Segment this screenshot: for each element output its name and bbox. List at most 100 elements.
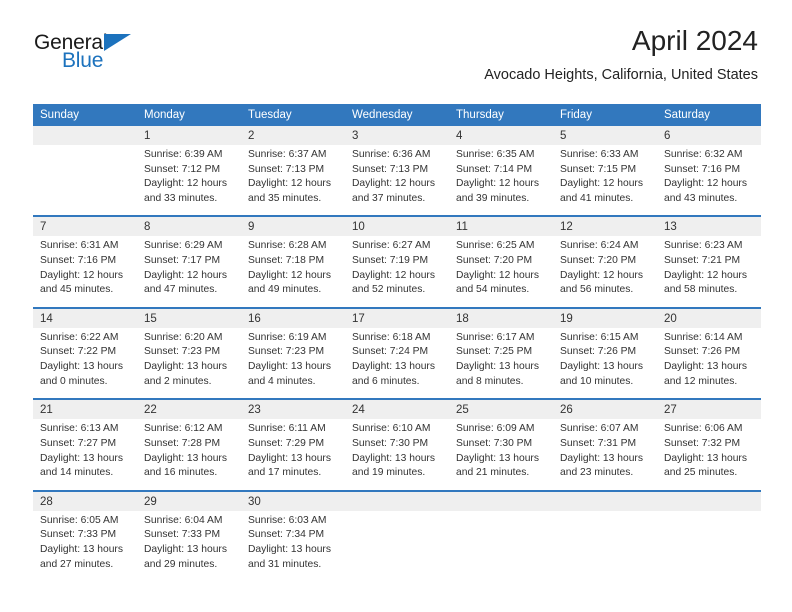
calendar-page: General Blue April 2024 Avocado Heights,… xyxy=(0,0,792,612)
day-number-cell[interactable]: 4 xyxy=(449,126,553,145)
daylight-duration-line1: Daylight: 13 hours xyxy=(144,543,227,555)
sunrise-time: Sunrise: 6:11 AM xyxy=(248,423,326,435)
sunset-time: Sunset: 7:33 PM xyxy=(40,529,117,541)
sunset-time: Sunset: 7:27 PM xyxy=(40,437,117,449)
day-number-cell[interactable]: 21 xyxy=(33,400,137,420)
daylight-duration-line1: Daylight: 13 hours xyxy=(352,361,435,373)
sunset-time: Sunset: 7:16 PM xyxy=(664,163,741,175)
day-number-cell[interactable]: 26 xyxy=(553,400,657,420)
daylight-duration-line2: and 31 minutes. xyxy=(248,558,322,570)
sunrise-time: Sunrise: 6:22 AM xyxy=(40,331,119,343)
day-number-cell[interactable]: 12 xyxy=(553,217,657,237)
daylight-duration-line2: and 14 minutes. xyxy=(40,467,114,479)
daylight-duration-line1: Daylight: 12 hours xyxy=(560,178,643,190)
week-daynumber-row: 28 29 30 xyxy=(33,491,761,511)
sunrise-time: Sunrise: 6:03 AM xyxy=(248,514,327,526)
empty-day-cell xyxy=(657,491,761,511)
day-detail-cell: Sunrise: 6:11 AM Sunset: 7:29 PM Daylight:… xyxy=(241,419,345,490)
day-number-cell[interactable]: 3 xyxy=(345,126,449,145)
day-number-cell[interactable]: 1 xyxy=(137,126,241,145)
sunset-time: Sunset: 7:30 PM xyxy=(456,437,533,449)
daylight-duration-line2: and 25 minutes. xyxy=(664,467,738,479)
day-number-cell[interactable]: 8 xyxy=(137,217,241,237)
weekday-header-saturday: Saturday xyxy=(657,104,761,126)
day-number-cell[interactable]: 24 xyxy=(345,400,449,420)
sunset-time: Sunset: 7:28 PM xyxy=(144,437,221,449)
day-detail-cell: Sunrise: 6:12 AM Sunset: 7:28 PM Daylight:… xyxy=(137,419,241,490)
day-number-cell[interactable]: 9 xyxy=(241,217,345,237)
day-number-cell[interactable]: 30 xyxy=(241,491,345,511)
day-number-cell[interactable]: 27 xyxy=(657,400,761,420)
week-daynumber-row: 123456 xyxy=(33,126,761,145)
day-detail-cell: Sunrise: 6:04 AM Sunset: 7:33 PM Daylight:… xyxy=(137,510,241,582)
day-number-cell[interactable]: 11 xyxy=(449,217,553,237)
daylight-duration-line2: and 37 minutes. xyxy=(352,192,426,204)
daylight-duration-line1: Daylight: 13 hours xyxy=(248,452,331,464)
day-number-cell[interactable]: 20 xyxy=(657,308,761,328)
sunrise-time: Sunrise: 6:37 AM xyxy=(248,149,327,160)
day-detail-cell: Sunrise: 6:27 AM Sunset: 7:19 PM Daylight:… xyxy=(345,236,449,307)
day-number-cell[interactable]: 18 xyxy=(449,308,553,328)
week-daynumber-row: 21 22 23 24 25 26 27 xyxy=(33,400,761,420)
day-number-cell[interactable]: 23 xyxy=(241,400,345,420)
daylight-duration-line1: Daylight: 13 hours xyxy=(144,452,227,464)
day-detail-cell: Sunrise: 6:07 AM Sunset: 7:31 PM Daylight:… xyxy=(553,419,657,490)
day-number-cell[interactable]: 29 xyxy=(137,491,241,511)
page-header: General Blue April 2024 Avocado Heights,… xyxy=(0,0,792,83)
daylight-duration-line1: Daylight: 13 hours xyxy=(248,361,331,373)
day-number-cell[interactable]: 15 xyxy=(137,308,241,328)
sunrise-time: Sunrise: 6:04 AM xyxy=(144,514,223,526)
empty-day-detail-cell xyxy=(33,145,137,216)
day-detail-cell: Sunrise: 6:24 AM Sunset: 7:20 PM Daylight:… xyxy=(553,236,657,307)
daylight-duration-line2: and 12 minutes. xyxy=(664,375,738,387)
sunset-time: Sunset: 7:14 PM xyxy=(456,163,533,175)
daylight-duration-line2: and 19 minutes. xyxy=(352,467,426,479)
daylight-duration-line1: Daylight: 13 hours xyxy=(248,543,331,555)
daylight-duration-line1: Daylight: 12 hours xyxy=(664,269,747,281)
calendar-grid: Sunday Monday Tuesday Wednesday Thursday… xyxy=(33,104,761,582)
daylight-duration-line2: and 8 minutes. xyxy=(456,375,524,387)
day-number-cell[interactable]: 10 xyxy=(345,217,449,237)
day-detail-cell: Sunrise: 6:14 AM Sunset: 7:26 PM Daylight:… xyxy=(657,327,761,399)
sunset-time: Sunset: 7:12 PM xyxy=(144,163,221,175)
week-detail-row: Sunrise: 6:05 AM Sunset: 7:33 PM Daylight:… xyxy=(33,510,761,582)
day-detail-cell: Sunrise: 6:22 AM Sunset: 7:22 PM Daylight:… xyxy=(33,327,137,399)
day-number-cell[interactable]: 5 xyxy=(553,126,657,145)
empty-day-cell xyxy=(33,126,137,145)
day-number-cell[interactable]: 19 xyxy=(553,308,657,328)
day-number-cell[interactable]: 6 xyxy=(657,126,761,145)
week-detail-row: Sunrise: 6:31 AM Sunset: 7:16 PM Daylight:… xyxy=(33,236,761,307)
calendar-header-row: Sunday Monday Tuesday Wednesday Thursday… xyxy=(33,104,761,126)
week-daynumber-row: 14 15 16 17 18 19 20 xyxy=(33,308,761,328)
sunset-time: Sunset: 7:17 PM xyxy=(144,255,221,267)
day-detail-cell: Sunrise: 6:09 AM Sunset: 7:30 PM Daylight:… xyxy=(449,419,553,490)
day-number-cell[interactable]: 28 xyxy=(33,491,137,511)
day-detail-cell: Sunrise: 6:19 AM Sunset: 7:23 PM Daylight:… xyxy=(241,327,345,399)
day-number-cell[interactable]: 14 xyxy=(33,308,137,328)
day-number-cell[interactable]: 2 xyxy=(241,126,345,145)
daylight-duration-line1: Daylight: 13 hours xyxy=(456,452,539,464)
day-detail-cell: Sunrise: 6:15 AM Sunset: 7:26 PM Daylight:… xyxy=(553,327,657,399)
day-number-cell[interactable]: 7 xyxy=(33,217,137,237)
day-number-cell[interactable]: 16 xyxy=(241,308,345,328)
day-detail-cell: Sunrise: 6:18 AM Sunset: 7:24 PM Daylight:… xyxy=(345,327,449,399)
day-number-cell[interactable]: 22 xyxy=(137,400,241,420)
triangle-icon xyxy=(104,34,131,51)
sunrise-time: Sunrise: 6:13 AM xyxy=(40,423,119,435)
daylight-duration-line1: Daylight: 13 hours xyxy=(664,361,747,373)
daylight-duration-line2: and 21 minutes. xyxy=(456,467,530,479)
general-blue-logo[interactable]: General Blue xyxy=(34,32,214,78)
day-detail-cell: Sunrise: 6:03 AM Sunset: 7:34 PM Daylight:… xyxy=(241,510,345,582)
day-number-cell[interactable]: 13 xyxy=(657,217,761,237)
daylight-duration-line2: and 27 minutes. xyxy=(40,558,114,570)
weekday-header-thursday: Thursday xyxy=(449,104,553,126)
day-number-cell[interactable]: 25 xyxy=(449,400,553,420)
sunset-time: Sunset: 7:13 PM xyxy=(352,163,429,175)
sunrise-time: Sunrise: 6:24 AM xyxy=(560,240,639,252)
sunset-time: Sunset: 7:22 PM xyxy=(40,346,117,358)
day-detail-cell: Sunrise: 6:25 AM Sunset: 7:20 PM Daylight:… xyxy=(449,236,553,307)
day-detail-cell: Sunrise: 6:17 AM Sunset: 7:25 PM Daylight:… xyxy=(449,327,553,399)
daylight-duration-line2: and 10 minutes. xyxy=(560,375,634,387)
sunset-time: Sunset: 7:19 PM xyxy=(352,255,429,267)
day-number-cell[interactable]: 17 xyxy=(345,308,449,328)
